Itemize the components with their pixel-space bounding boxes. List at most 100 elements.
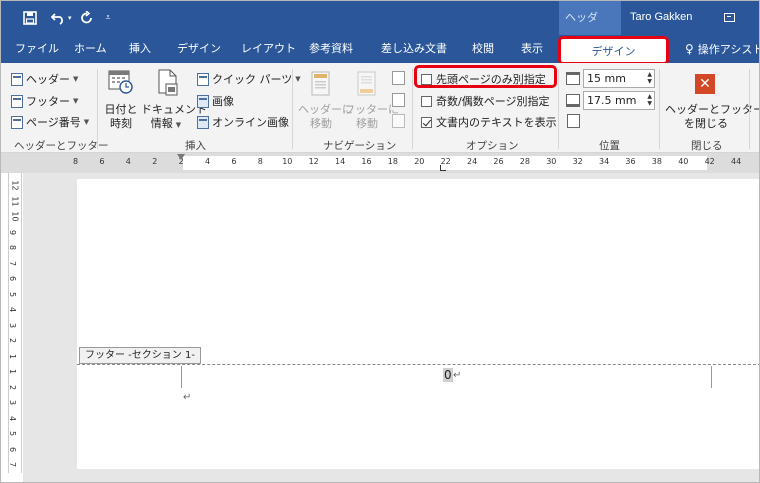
ruler-number: 14 [335,157,346,166]
go-to-header-icon[interactable] [310,71,332,97]
show-document-text-label: 文書内のテキストを表示 [436,116,557,129]
quick-parts-icon [197,72,209,86]
go-to-footer-button[interactable]: フッターに 移動 [344,103,399,131]
group-label-close: 閉じる [691,140,723,152]
indent-marker-icon[interactable] [177,154,185,160]
tab-file[interactable]: ファイル [15,35,59,63]
chevron-down-icon: ▼ [83,118,90,126]
save-icon[interactable] [23,11,37,25]
ruler-number: 28 [519,157,530,166]
go-to-footer-label-2: 移動 [356,117,378,130]
ruler-number: 12 [10,180,20,191]
go-to-footer-icon[interactable] [356,71,378,97]
ruler-number: 9 [8,229,18,235]
ruler-number: 18 [387,157,398,166]
group-separator [659,69,660,149]
margin-corner-right [711,366,712,388]
next-section-icon[interactable] [392,93,405,107]
online-picture-icon [197,115,209,129]
horizontal-ruler[interactable]: 8 6 4 2 2 4 6 8 10 12 14 16 18 20 22 24 26 28 30 32 34 36 38 40… [1,153,759,173]
ruler-number: 10 [282,157,293,166]
redo-icon[interactable] [80,10,94,25]
footer-from-bottom-icon [566,94,580,107]
document-page[interactable] [77,179,759,469]
ruler-number: 24 [467,157,478,166]
ruler-number: 3 [8,399,18,406]
group-separator [558,69,559,149]
ruler-number: 32 [572,157,583,166]
ruler-number: 38 [651,157,662,166]
show-document-text-checkbox[interactable]: 文書内のテキストを表示 [421,114,557,130]
ruler-number: 4 [205,157,211,166]
close-header-footer-button[interactable]: ヘッダーとフッター を閉じる [665,103,759,131]
vertical-ruler[interactable]: 12 11 10 9 8 7 6 5 4 3 2 1 1 2 3 4 5 6 7 [8,173,22,473]
group-label-navigation: ナビゲーション [323,140,397,152]
title-bar: ▾ ⩡ ヘッダー/… Taro Gakken [1,1,759,58]
picture-button[interactable]: 画像 [197,93,234,109]
date-time-icon[interactable] [108,69,134,95]
ruler-number: 7 [8,260,18,266]
close-header-footer-label-2: を閉じる [684,117,728,130]
date-time-button[interactable]: 日付と 時刻 [104,103,138,131]
link-to-previous-icon[interactable] [392,114,405,128]
qat-customize-icon[interactable]: ⩡ [106,13,111,23]
checkbox-checked-icon [421,116,432,128]
header-from-top-input[interactable]: 15 mm ▲ ▼ [583,69,655,88]
footer-page-number[interactable]: 0 [443,368,453,382]
undo-icon[interactable] [50,11,67,25]
user-name[interactable]: Taro Gakken [630,11,692,23]
group-label-insert: 挿入 [185,140,206,152]
close-icon[interactable]: ✕ [695,74,715,94]
footer-label: フッター [26,95,70,108]
tab-design[interactable]: デザイン [177,35,221,63]
spin-arrows-icon[interactable]: ▲ ▼ [647,93,652,107]
different-odd-even-checkbox[interactable]: 奇数/偶数ページ別指定 [421,93,550,109]
footer-button[interactable]: フッター ▼ [11,93,78,109]
spin-arrows-icon[interactable]: ▲ ▼ [647,71,652,85]
undo-dropdown-icon[interactable]: ▾ [68,14,72,22]
header-button[interactable]: ヘッダー ▼ [11,71,78,87]
go-to-header-label-2: 移動 [310,117,332,130]
group-label-options: オプション [466,140,519,152]
ruler-number: 30 [546,157,557,166]
tell-me-box[interactable]: ♀ 操作アシスト [685,35,759,63]
document-info-label-2: 情報 [150,117,173,130]
tab-home[interactable]: ホーム [74,35,107,63]
ruler-number: 8 [8,244,18,251]
tab-review[interactable]: 校閲 [472,35,494,63]
insert-alignment-tab-icon[interactable] [567,114,580,128]
ribbon-display-options-icon[interactable] [724,13,735,22]
document-info-button[interactable]: ドキュメント 情報 ▼ [141,103,207,132]
previous-section-icon[interactable] [392,71,405,85]
go-to-header-button[interactable]: ヘッダーに 移動 [298,103,353,131]
tab-layout[interactable]: レイアウト [241,35,296,63]
tab-mailings[interactable]: 差し込み文書 [381,35,447,63]
online-picture-button[interactable]: オンライン画像 [197,114,289,130]
ruler-number: 2 [8,384,18,390]
ruler-number: 10 [10,211,20,222]
tab-insert[interactable]: 挿入 [129,35,151,63]
go-to-header-label-1: ヘッダーに [298,103,353,116]
page-number-button[interactable]: ページ番号 ▼ [11,114,89,130]
tab-marker-icon[interactable] [440,165,446,171]
ruler-number: 4 [125,157,131,166]
ruler-number: 6 [8,446,18,452]
footer-from-bottom-input[interactable]: 17.5 mm ▲ ▼ [583,91,655,110]
ruler-number: 2 [152,157,158,166]
document-info-icon[interactable] [156,69,180,97]
ruler-number: 8 [257,157,263,166]
tab-header-footer-design[interactable]: デザイン [558,36,669,65]
chevron-down-icon: ▼ [175,121,182,129]
ruler-number: 2 [8,337,18,344]
group-label-header-footer: ヘッダーとフッター [14,140,109,152]
group-separator [292,69,293,149]
page-number-label: ページ番号 [26,116,81,129]
ribbon: ヘッダー ▼ フッター ▼ ページ番号 ▼ ヘッダーとフッター 日付と 時刻 ドキュメ… [1,63,759,153]
quick-parts-button[interactable]: クイック パーツ ▼ [197,71,301,87]
page-number-icon [11,115,23,129]
picture-label: 画像 [212,95,234,108]
tab-references[interactable]: 参考資料 [309,35,353,63]
document-info-label-1: ドキュメント [141,103,207,116]
ruler-number: 8 [73,157,79,166]
tab-view[interactable]: 表示 [521,35,543,63]
